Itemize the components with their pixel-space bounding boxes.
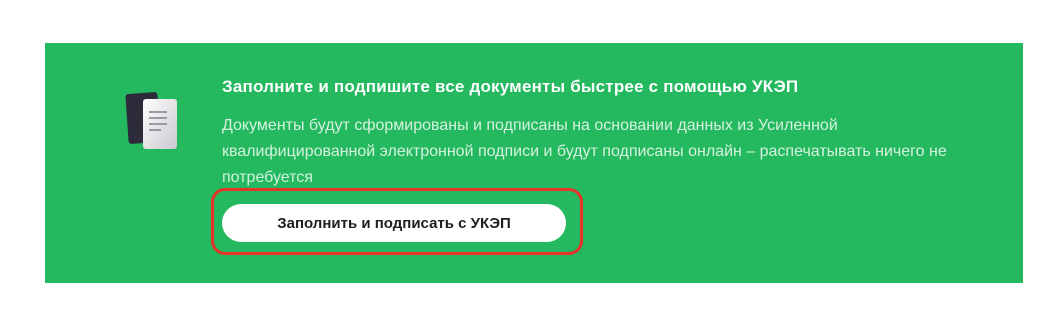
banner-text: Заполните и подпишите все документы быст… <box>222 75 982 191</box>
documents-icon <box>125 91 181 153</box>
ukep-promo-banner: Заполните и подпишите все документы быст… <box>45 43 1023 283</box>
banner-title: Заполните и подпишите все документы быст… <box>222 77 799 96</box>
fill-and-sign-ukep-button[interactable]: Заполнить и подписать с УКЭП <box>222 204 566 242</box>
banner-description: Документы будут сформированы и подписаны… <box>222 117 947 186</box>
